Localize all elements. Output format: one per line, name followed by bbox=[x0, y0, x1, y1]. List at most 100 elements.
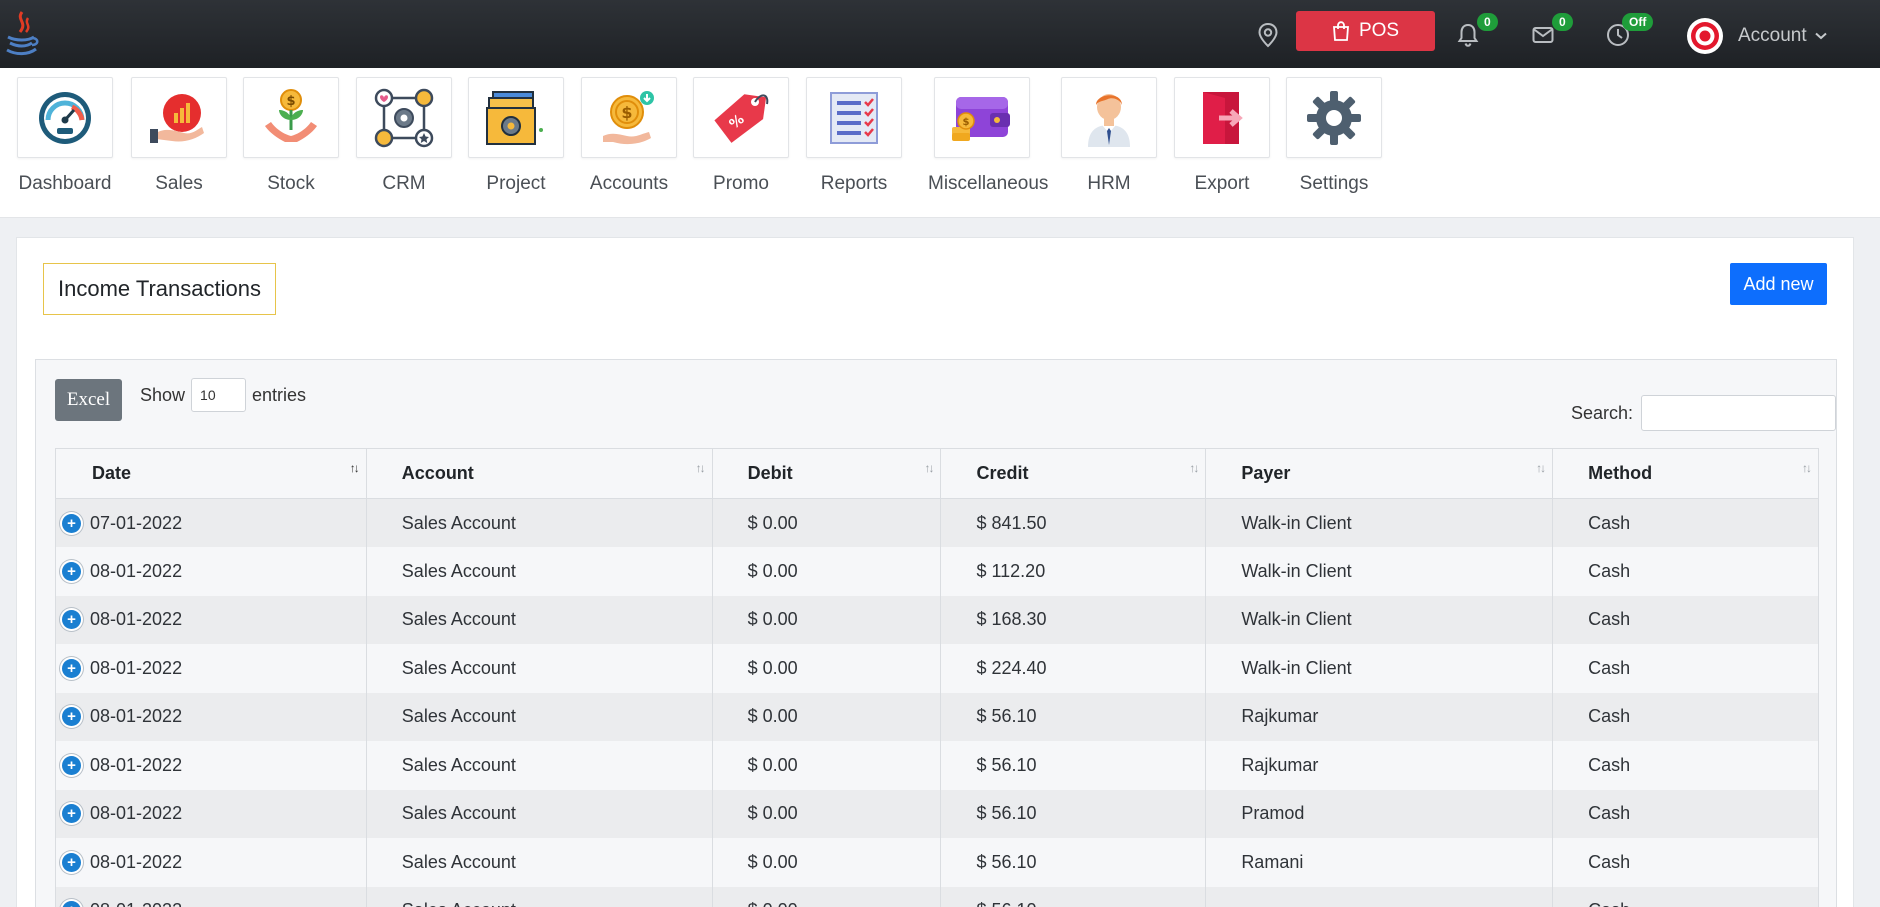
module-label: Export bbox=[1194, 173, 1250, 194]
method-cell: Cash bbox=[1552, 644, 1819, 693]
table-row[interactable]: +08-01-2022 Sales Account $ 0.00 $ 56.10… bbox=[55, 838, 1819, 887]
table-row[interactable]: +08-01-2022 Sales Account $ 0.00 $ 56.10… bbox=[55, 741, 1819, 790]
module-dashboard[interactable]: Dashboard bbox=[11, 77, 119, 195]
table-row[interactable]: +08-01-2022 Sales Account $ 0.00 $ 112.2… bbox=[55, 547, 1819, 596]
expand-row-icon[interactable]: + bbox=[62, 610, 81, 630]
module-tile[interactable] bbox=[1174, 77, 1270, 158]
module-tile[interactable]: $ bbox=[934, 77, 1030, 158]
expand-row-icon[interactable]: + bbox=[62, 755, 81, 775]
credit-cell: $ 56.10 bbox=[940, 692, 1207, 741]
module-project[interactable]: Project bbox=[462, 77, 570, 195]
account-label: Account bbox=[1738, 25, 1807, 46]
payer-cell: Ramani bbox=[1205, 838, 1554, 887]
method-cell: Cash bbox=[1552, 692, 1819, 741]
messages-badge: 0 bbox=[1552, 13, 1573, 31]
column-header-credit[interactable]: Credit ↑↓ bbox=[940, 448, 1207, 499]
pos-button[interactable]: POS bbox=[1296, 11, 1435, 51]
module-reports[interactable]: Reports bbox=[800, 77, 908, 195]
java-logo-icon[interactable] bbox=[2, 10, 40, 58]
module-crm[interactable]: CRM bbox=[350, 77, 458, 195]
debit-cell: $ 0.00 bbox=[712, 886, 942, 907]
date-cell: 07-01-2022 bbox=[90, 512, 183, 533]
table-row[interactable]: +08-01-2022 Sales Account $ 0.00 $ 56.10… bbox=[55, 692, 1819, 741]
debit-cell: $ 0.00 bbox=[712, 595, 942, 644]
account-menu[interactable]: Account bbox=[1686, 16, 1827, 56]
expand-row-icon[interactable]: + bbox=[62, 852, 81, 872]
module-label: Dashboard bbox=[18, 173, 112, 194]
module-tile[interactable] bbox=[131, 77, 227, 158]
module-export[interactable]: Export bbox=[1168, 77, 1276, 195]
crm-network-icon bbox=[374, 88, 434, 147]
debit-cell: $ 0.00 bbox=[712, 789, 942, 838]
payer-cell: Pramod bbox=[1205, 789, 1554, 838]
account-cell: Sales Account bbox=[366, 886, 713, 907]
expand-row-icon[interactable]: + bbox=[62, 658, 81, 678]
column-header-payer[interactable]: Payer ↑↓ bbox=[1205, 448, 1554, 499]
module-stock[interactable]: $ Stock bbox=[237, 77, 345, 195]
module-tile[interactable] bbox=[1061, 77, 1157, 158]
search-input[interactable] bbox=[1641, 395, 1836, 431]
expand-row-icon[interactable]: + bbox=[62, 513, 81, 533]
debit-cell: $ 0.00 bbox=[712, 498, 942, 547]
expand-row-icon[interactable]: + bbox=[62, 804, 81, 824]
date-cell: 08-01-2022 bbox=[90, 851, 183, 872]
search-label: Search: bbox=[1570, 402, 1633, 423]
module-label: Accounts bbox=[589, 173, 669, 194]
debit-cell: $ 0.00 bbox=[712, 838, 942, 887]
expand-row-icon[interactable]: + bbox=[62, 901, 81, 907]
account-cell: Sales Account bbox=[366, 644, 713, 693]
chevron-down-icon bbox=[1814, 32, 1827, 40]
module-tile[interactable]: $ bbox=[581, 77, 677, 158]
module-miscellaneous[interactable]: $ Miscellaneous bbox=[928, 77, 1049, 195]
account-cell: Sales Account bbox=[366, 547, 713, 596]
credit-cell: $ 56.10 bbox=[940, 741, 1207, 790]
module-sales[interactable]: Sales bbox=[125, 77, 233, 195]
module-tile[interactable] bbox=[356, 77, 452, 158]
table-row[interactable]: +08-01-2022 Sales Account $ 0.00 $ 56.10… bbox=[55, 886, 1819, 907]
table-row[interactable]: +07-01-2022 Sales Account $ 0.00 $ 841.5… bbox=[55, 498, 1819, 547]
table-row[interactable]: +08-01-2022 Sales Account $ 0.00 $ 224.4… bbox=[55, 644, 1819, 693]
target-avatar-icon bbox=[1687, 18, 1723, 54]
column-header-debit[interactable]: Debit ↑↓ bbox=[711, 448, 942, 499]
card-header: Income Transactions Add new bbox=[17, 238, 1853, 342]
excel-export-button[interactable]: Excel bbox=[55, 379, 122, 421]
table-row[interactable]: +08-01-2022 Sales Account $ 0.00 $ 56.10… bbox=[55, 789, 1819, 838]
module-tile[interactable] bbox=[1286, 77, 1382, 158]
module-label: Miscellaneous bbox=[928, 173, 1049, 194]
module-tile[interactable] bbox=[17, 77, 113, 158]
module-hrm[interactable]: HRM bbox=[1055, 77, 1163, 195]
export-door-icon bbox=[1203, 91, 1243, 144]
entries-count-input[interactable] bbox=[191, 378, 247, 412]
sort-icon: ↑↓ bbox=[349, 461, 360, 475]
table-header-row: Date ↑↓ Account ↑↓ Debit ↑↓ Credit ↑↓ Payer ↑… bbox=[55, 448, 1819, 499]
column-header-method[interactable]: Method ↑↓ bbox=[1552, 448, 1819, 499]
page-title: Income Transactions bbox=[43, 263, 276, 315]
date-cell: 08-01-2022 bbox=[90, 609, 183, 630]
coin-hand-icon: $ bbox=[603, 90, 654, 144]
credit-cell: $ 56.10 bbox=[940, 886, 1207, 907]
module-accounts[interactable]: $ Accounts bbox=[575, 77, 683, 195]
module-tile[interactable] bbox=[806, 77, 902, 158]
payer-cell: Rajkumar bbox=[1205, 741, 1554, 790]
expand-row-icon[interactable]: + bbox=[62, 561, 81, 581]
module-promo[interactable]: % Promo bbox=[687, 77, 795, 195]
speedometer-icon bbox=[39, 91, 91, 144]
method-cell: Cash bbox=[1552, 498, 1819, 547]
location-pin-icon[interactable] bbox=[1253, 20, 1283, 50]
money-plant-icon: $ bbox=[265, 88, 317, 142]
date-cell: 08-01-2022 bbox=[90, 560, 183, 581]
module-tile[interactable]: $ bbox=[243, 77, 339, 158]
sort-icon: ↑↓ bbox=[695, 461, 706, 475]
column-header-account[interactable]: Account ↑↓ bbox=[365, 448, 713, 499]
table-row[interactable]: +08-01-2022 Sales Account $ 0.00 $ 168.3… bbox=[55, 595, 1819, 644]
module-settings[interactable]: Settings bbox=[1280, 77, 1388, 195]
debit-cell: $ 0.00 bbox=[712, 741, 942, 790]
expand-row-icon[interactable]: + bbox=[62, 707, 81, 727]
column-header-date[interactable]: Date ↑↓ bbox=[55, 448, 367, 499]
project-folder-icon bbox=[486, 90, 543, 145]
add-new-button[interactable]: Add new bbox=[1730, 263, 1827, 305]
date-cell: 08-01-2022 bbox=[90, 657, 183, 678]
module-tile[interactable]: % bbox=[693, 77, 789, 158]
account-cell: Sales Account bbox=[366, 838, 713, 887]
module-tile[interactable] bbox=[468, 77, 564, 158]
